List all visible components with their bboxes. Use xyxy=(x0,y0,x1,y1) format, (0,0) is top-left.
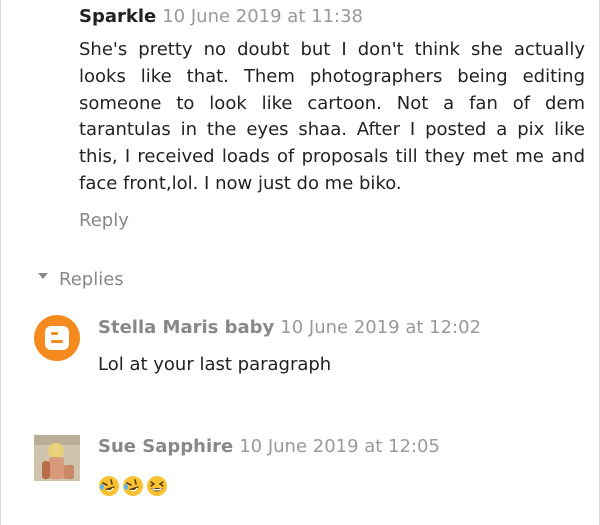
blogger-logo-square xyxy=(45,326,69,350)
reply-date[interactable]: 10 June 2019 at 12:05 xyxy=(239,436,440,457)
blogger-logo-line xyxy=(51,340,63,343)
reply-link[interactable]: Reply xyxy=(79,209,585,233)
blogger-icon[interactable] xyxy=(34,315,80,361)
replies-toggle[interactable]: Replies xyxy=(38,268,124,292)
comment-date[interactable]: 10 June 2019 at 11:38 xyxy=(162,6,363,27)
reply-date[interactable]: 10 June 2019 at 12:02 xyxy=(280,317,481,338)
rofl-emoji-icon xyxy=(99,476,119,496)
rofl-emoji-icon xyxy=(123,476,143,496)
blogger-logo-line xyxy=(51,332,58,335)
triangle-down-icon xyxy=(38,273,48,279)
user-photo[interactable] xyxy=(34,435,80,481)
reply-author[interactable]: Sue Sapphire xyxy=(98,436,233,457)
comment-author[interactable]: Sparkle xyxy=(79,6,156,27)
reply-body: Lol at your last paragraph xyxy=(98,354,332,375)
comment: Sparkle 10 June 2019 at 11:38 She's prett… xyxy=(79,5,585,233)
reply-author[interactable]: Stella Maris baby xyxy=(98,317,274,338)
grinning-squinting-emoji-icon xyxy=(147,476,167,496)
reply-item: Sue Sapphire 10 June 2019 at 12:05 xyxy=(98,435,588,497)
user-photo-image xyxy=(34,435,80,481)
comment-body: She's pretty no doubt but I don't think … xyxy=(79,39,585,194)
reply-header: Stella Maris baby 10 June 2019 at 12:02 xyxy=(98,316,588,340)
reply-header: Sue Sapphire 10 June 2019 at 12:05 xyxy=(98,435,588,459)
frame-left-border xyxy=(0,0,1,525)
reply-emoji-row xyxy=(98,475,588,497)
replies-toggle-label: Replies xyxy=(59,269,124,290)
comment-header: Sparkle 10 June 2019 at 11:38 xyxy=(79,5,585,29)
reply-item: Stella Maris baby 10 June 2019 at 12:02 L… xyxy=(98,316,588,378)
